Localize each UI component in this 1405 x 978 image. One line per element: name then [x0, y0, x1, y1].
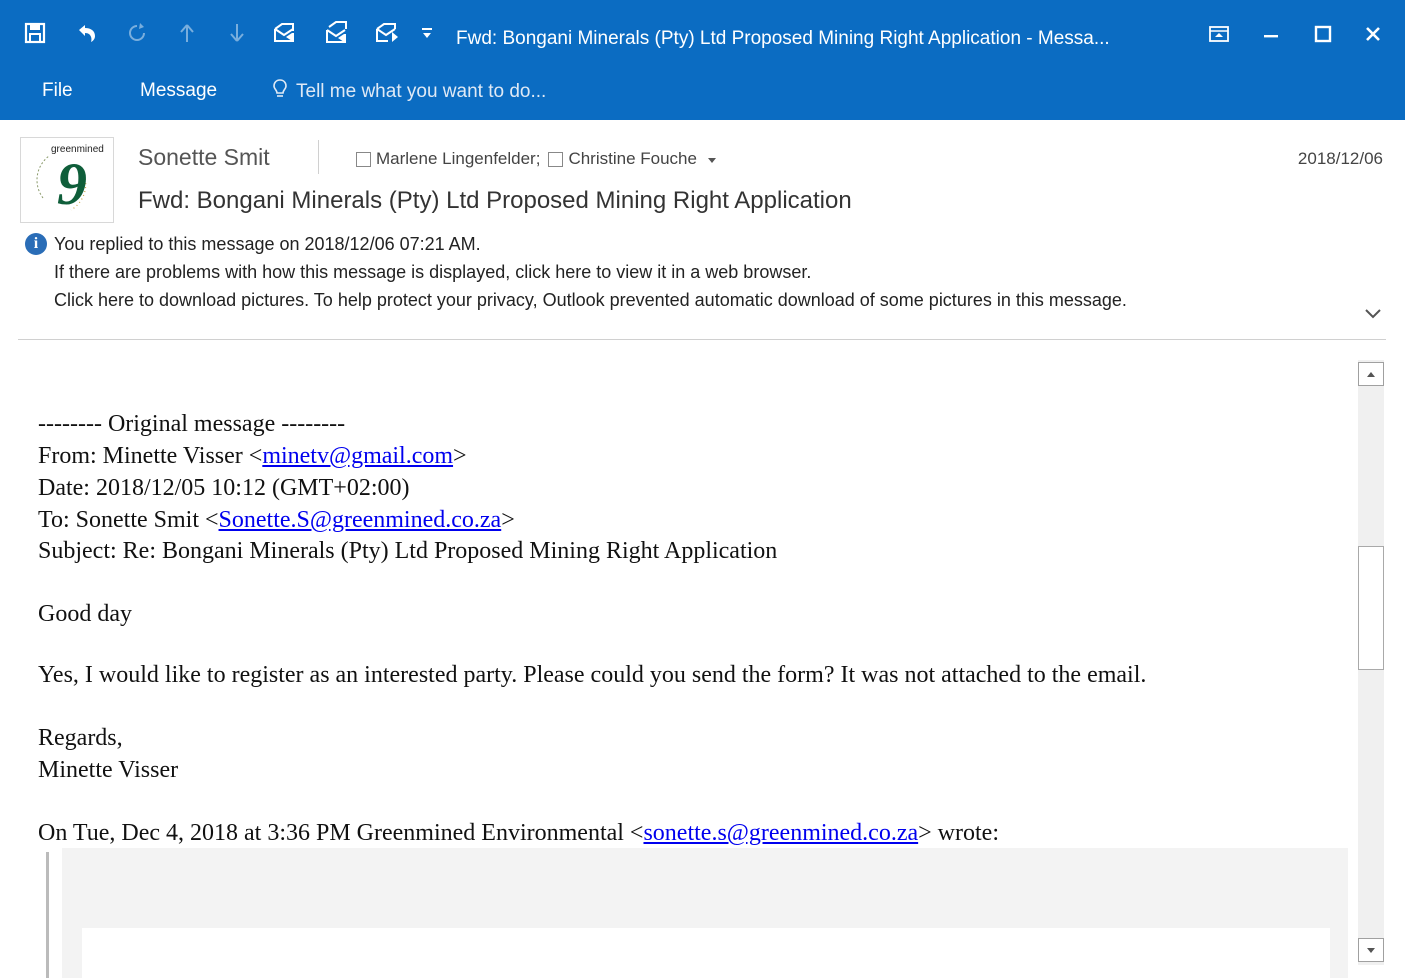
recipient-2[interactable]: Christine Fouche	[568, 149, 697, 169]
recipients-list[interactable]: Marlene Lingenfelder; Christine Fouche	[356, 149, 717, 169]
subject-line: Subject: Re: Bongani Minerals (Pty) Ltd …	[38, 538, 778, 564]
recipient-1[interactable]: Marlene Lingenfelder;	[376, 149, 540, 169]
scrollbar-thumb[interactable]	[1358, 546, 1384, 670]
sender-avatar[interactable]: 9 greenmined	[20, 137, 114, 223]
to-line: To: Sonette Smit <Sonette.S@greenmined.c…	[38, 506, 515, 534]
view-in-browser-notice[interactable]: If there are problems with how this mess…	[54, 262, 811, 283]
tell-me-placeholder: Tell me what you want to do...	[296, 81, 547, 102]
message-tab[interactable]: Message	[140, 80, 217, 102]
reply-icon[interactable]	[270, 18, 300, 48]
save-icon[interactable]	[20, 18, 50, 48]
original-message-marker: -------- Original message --------	[38, 411, 346, 437]
scroll-down-arrow-icon[interactable]	[1358, 938, 1384, 962]
header-separator	[318, 140, 319, 174]
download-pictures-notice[interactable]: Click here to download pictures. To help…	[54, 290, 1127, 311]
lightbulb-icon	[272, 78, 288, 106]
svg-text:greenmined: greenmined	[51, 144, 104, 155]
recipient-checkbox[interactable]	[548, 151, 564, 167]
undo-icon[interactable]	[72, 18, 102, 48]
wrote-prefix: On Tue, Dec 4, 2018 at 3:36 PM Greenmine…	[38, 820, 644, 846]
previous-item-icon[interactable]	[172, 18, 202, 48]
body-paragraph: Yes, I would like to register as an inte…	[38, 662, 1147, 688]
date-line: Date: 2018/12/05 10:12 (GMT+02:00)	[38, 475, 410, 501]
ribbon-display-options-icon[interactable]	[1202, 20, 1236, 48]
customize-toolbar-icon[interactable]	[418, 18, 436, 48]
wrote-suffix: > wrote:	[918, 820, 999, 846]
scroll-up-arrow-icon[interactable]	[1358, 362, 1384, 386]
to-end: >	[501, 507, 515, 533]
from-email-link[interactable]: minetv@gmail.com	[262, 443, 453, 469]
header-divider	[18, 339, 1386, 340]
next-item-icon[interactable]	[222, 18, 252, 48]
window-title: Fwd: Bongani Minerals (Pty) Ltd Proposed…	[456, 28, 1110, 49]
info-icon: i	[25, 233, 47, 255]
recipient-checkbox[interactable]	[356, 151, 371, 167]
tell-me-search[interactable]: Tell me what you want to do...	[272, 78, 546, 106]
greenmined-logo: 9 greenmined	[36, 144, 104, 217]
minimize-icon[interactable]	[1254, 20, 1288, 48]
message-subject: Fwd: Bongani Minerals (Pty) Ltd Proposed…	[138, 187, 852, 214]
signature: Minette Visser	[38, 757, 179, 783]
quoted-header-line: On Tue, Dec 4, 2018 at 3:36 PM Greenmine…	[38, 819, 999, 847]
from-line: From: Minette Visser <minetv@gmail.com>	[38, 442, 467, 470]
sender-name[interactable]: Sonette Smit	[138, 144, 270, 171]
replied-notice[interactable]: You replied to this message on 2018/12/0…	[54, 234, 481, 255]
from-end: >	[453, 443, 467, 469]
maximize-icon[interactable]	[1306, 20, 1340, 48]
close-icon[interactable]	[1356, 20, 1390, 48]
title-bar: Fwd: Bongani Minerals (Pty) Ltd Proposed…	[0, 0, 1405, 70]
file-tab[interactable]: File	[42, 80, 73, 102]
forward-icon[interactable]	[372, 18, 402, 48]
quoted-content-inner	[82, 928, 1330, 978]
quote-bar	[46, 852, 49, 978]
regards: Regards,	[38, 725, 123, 751]
message-date: 2018/12/06	[1297, 149, 1383, 168]
reply-all-icon[interactable]	[322, 18, 352, 48]
svg-text:9: 9	[57, 151, 87, 217]
to-email-link[interactable]: Sonette.S@greenmined.co.za	[219, 507, 502, 533]
redo-icon[interactable]	[122, 18, 152, 48]
wrote-email-link[interactable]: sonette.s@greenmined.co.za	[643, 820, 918, 846]
to-label: To: Sonette Smit <	[38, 507, 219, 533]
expand-header-chevron-icon[interactable]	[1360, 300, 1386, 326]
recipients-dropdown-icon[interactable]	[707, 149, 717, 169]
greeting: Good day	[38, 601, 132, 627]
from-label: From: Minette Visser <	[38, 443, 263, 469]
